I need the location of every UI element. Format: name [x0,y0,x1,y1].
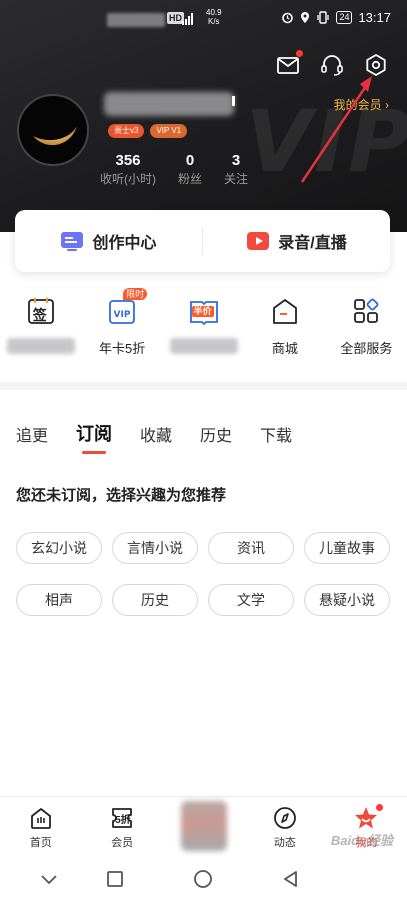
nav-dynamic[interactable]: 动态 [244,797,325,856]
sign-in-glyph: 签 [32,307,47,323]
interest-chip[interactable]: 文学 [208,584,294,616]
interest-chip[interactable]: 玄幻小说 [16,532,102,564]
mail-icon[interactable] [275,50,303,78]
shortcut-vip-card[interactable]: VIP 限时 年卡5折 [81,288,162,362]
creation-center-button[interactable]: 创作中心 [15,229,202,253]
recents-square-icon[interactable] [104,868,126,890]
back-triangle-icon[interactable] [280,868,302,890]
vip-card-icon: VIP 限时 [107,288,148,326]
shortcut-sign-in[interactable]: 签 [0,296,81,362]
network-speed: 40.9 K/s [206,8,222,26]
nav-home[interactable]: 首页 [0,797,81,856]
nav-center-blurred[interactable] [163,797,244,856]
interest-chips: 玄幻小说 言情小说 资讯 儿童故事 相声 历史 文学 悬疑小说 [16,532,393,616]
vibrate-icon [317,11,330,24]
collapse-down-icon[interactable] [38,868,60,890]
carrier-blur [107,13,165,27]
status-bar: HD 40.9 K/s 24 13:17 [0,0,407,36]
section-divider [0,382,407,390]
tab-history[interactable]: 历史 [200,422,232,446]
half-price-badge: 半价 [191,306,214,317]
record-live-button[interactable]: 录音/直播 [203,229,390,253]
interest-chip[interactable]: 资讯 [208,532,294,564]
my-membership-link[interactable]: 我的会员 › [334,96,389,113]
username-tick [232,96,235,106]
interest-chip[interactable]: 儿童故事 [304,532,390,564]
sign-in-icon: 签 [26,296,56,326]
blurred-label [6,338,75,354]
shortcut-row: 签 VIP 限时 年卡5折 半价 商城 全部服务 [0,288,407,362]
clock: 13:17 [358,10,391,25]
customer-service-icon[interactable] [319,52,345,78]
stat-value: 3 [231,152,241,169]
svg-text:VIP: VIP [114,310,131,320]
vip-tag[interactable]: VIP V1 [150,124,188,138]
content-tabs: 追更 订阅 收藏 历史 下载 [16,420,292,454]
vip-card-label: 年卡5折 [98,341,146,356]
tab-favorites[interactable]: 收藏 [140,422,172,446]
signal-icon [182,11,193,25]
profile-header: VIP HD 40.9 K/s 24 13:17 贵士v3 VIP V1 我的会… [0,0,407,232]
stat-listen-hours[interactable]: 356 收听(小时) [100,152,156,188]
half-price-book-icon: 半价 [189,296,219,326]
live-play-icon [247,232,270,250]
mall-label: 商城 [271,341,298,356]
my-membership-label: 我的会员 [333,98,382,112]
tab-subscriptions[interactable]: 订阅 [76,420,112,454]
mine-star-icon [353,804,384,831]
mine-dot [376,804,384,811]
member-icon: 5折 [109,805,135,831]
blurred-center-image [180,801,227,851]
stat-label: 关注 [224,172,249,186]
home-icon [28,805,54,831]
avatar[interactable] [17,94,89,166]
chevron-right-icon: › [385,98,389,112]
username-blurred [104,92,234,116]
alarm-icon [282,12,294,24]
creation-center-label: 创作中心 [92,235,157,252]
empty-state-headline: 您还未订阅，选择兴趣为您推荐 [16,487,227,504]
tab-downloads[interactable]: 下载 [260,422,292,446]
nav-member[interactable]: 5折 会员 [81,797,162,856]
all-services-label: 全部服务 [340,341,393,356]
record-live-label: 录音/直播 [278,235,347,252]
baidu-watermark: Baidu经验 [330,833,393,848]
unread-dot [296,50,303,57]
interest-chip[interactable]: 悬疑小说 [304,584,390,616]
stat-label: 收听(小时) [100,172,156,186]
battery-level: 24 [336,11,353,24]
nav-home-label: 首页 [29,837,52,849]
interest-chip[interactable]: 言情小说 [112,532,198,564]
creation-center-icon [61,232,84,251]
stat-label: 粉丝 [178,172,203,186]
mall-icon [270,296,300,326]
stat-following[interactable]: 3 关注 [224,152,248,188]
creation-card: 创作中心 录音/直播 [15,210,390,272]
interest-chip[interactable]: 相声 [16,584,102,616]
limited-badge: 限时 [123,288,148,300]
settings-icon[interactable] [363,52,389,78]
compass-icon [272,805,298,831]
shortcut-half-price[interactable]: 半价 [163,296,244,362]
shortcut-all-services[interactable]: 全部服务 [326,296,407,362]
nav-dynamic-label: 动态 [273,837,296,849]
tab-follow-updates[interactable]: 追更 [16,422,48,446]
network-speed-value: 40.9 [206,8,222,17]
location-icon [301,12,310,23]
network-speed-unit: K/s [208,17,220,26]
system-nav-bar [0,856,407,901]
blurred-label [169,338,238,354]
stat-fans[interactable]: 0 粉丝 [178,152,202,188]
all-services-icon [351,296,381,326]
stat-value: 356 [115,152,141,169]
interest-chip[interactable]: 历史 [112,584,198,616]
shortcut-mall[interactable]: 商城 [244,296,325,362]
stat-value: 0 [185,152,195,169]
nav-member-label: 会员 [111,837,134,849]
level-tag[interactable]: 贵士v3 [108,124,145,138]
member-icon-text: 5折 [115,815,131,826]
home-circle-icon[interactable] [192,868,214,890]
